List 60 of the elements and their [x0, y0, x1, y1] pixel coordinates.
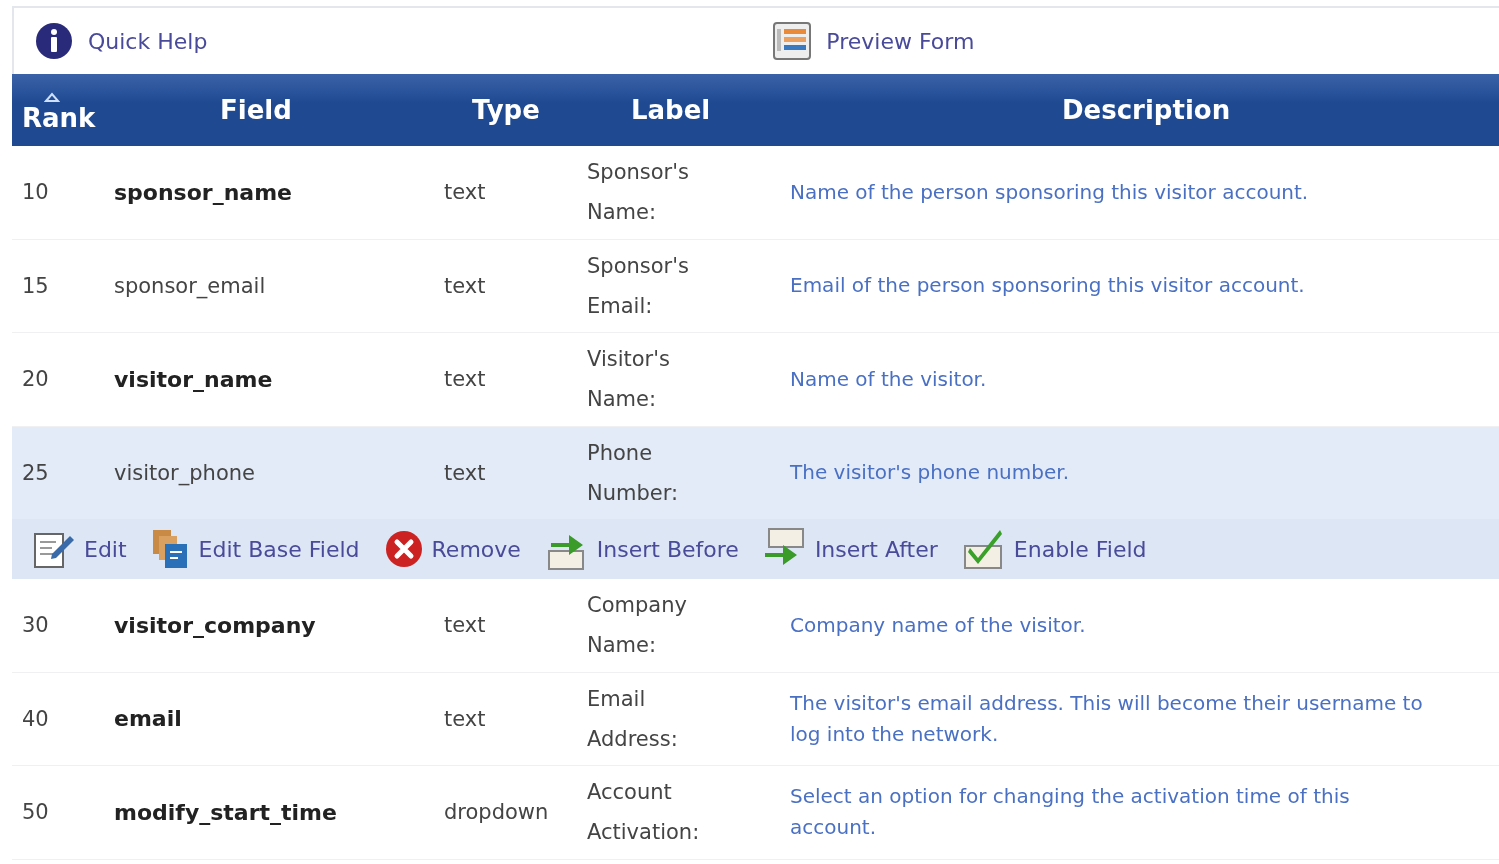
table-cell-text: sponsor_email: [113, 273, 267, 298]
description-text: Email of the person sponsoring this visitor account.: [790, 272, 1306, 300]
table-cell-text: Address:: [587, 725, 679, 753]
table-cell-text: 25: [21, 460, 50, 485]
table-cell-text: Email:: [587, 292, 654, 320]
table-cell-text: text: [443, 706, 487, 731]
remove-link[interactable]: Remove: [383, 529, 521, 569]
form-icon: [772, 21, 813, 61]
table-cell-text: 10: [21, 180, 50, 205]
table-cell-text: text: [443, 273, 487, 298]
table-cell-text: Visitor's: [587, 346, 671, 374]
table-cell-text: 15: [21, 273, 50, 298]
table-cell-text: visitor_phone: [113, 460, 256, 485]
action-link[interactable]: Insert Before: [544, 527, 739, 571]
table-cell-text: Phone: [587, 439, 654, 467]
column-header[interactable]: Label: [575, 95, 782, 125]
table-cell-text: dropdown: [443, 800, 550, 825]
table-cell-text: text: [443, 180, 487, 205]
description-text: Select an option for changing the activation time of this: [790, 783, 1351, 811]
description-text: The visitor's email address. This will become their username to: [790, 689, 1424, 717]
column-header[interactable]: Field: [100, 95, 430, 125]
table-cell-text: Number:: [587, 479, 680, 507]
table-cell-text: email: [113, 706, 183, 732]
table-cell-text: Sponsor's: [587, 252, 690, 280]
quick-help-link[interactable]: Quick Help: [34, 21, 208, 61]
table-cell-text: Name:: [587, 199, 658, 227]
table-cell-text: 50: [21, 800, 50, 825]
table-cell-text: Activation:: [587, 819, 701, 847]
action-link[interactable]: Edit Base Field: [150, 528, 360, 570]
column-header[interactable]: Rank: [12, 87, 100, 133]
description-text: account.: [790, 814, 878, 842]
table-cell-text: visitor_company: [113, 612, 317, 638]
action-link[interactable]: Insert After: [762, 527, 938, 571]
table-cell-text: modify_start_time: [113, 799, 338, 825]
table-cell-text: 20: [21, 367, 50, 392]
preview-form-link[interactable]: Preview Form: [772, 21, 975, 61]
table-cell-text: visitor_name: [113, 366, 274, 392]
description-text: log into the network.: [790, 720, 1000, 748]
description-text: Name of the visitor.: [790, 365, 988, 393]
info-icon: [34, 21, 74, 61]
remove-icon: [383, 529, 424, 569]
action-link[interactable]: Enable Field: [961, 528, 1147, 570]
table-cell-text: sponsor_name: [113, 179, 294, 205]
table-cell-text: text: [443, 367, 487, 392]
description-text: Company name of the visitor.: [790, 611, 1087, 639]
table-cell-text: Name:: [587, 386, 658, 414]
table-cell-text: text: [443, 613, 487, 638]
description-text: The visitor's phone number.: [790, 459, 1071, 487]
table-cell-text: 30: [21, 613, 50, 638]
column-header[interactable]: Type: [430, 95, 575, 125]
description-text: Name of the person sponsoring this visitor account.: [790, 178, 1310, 206]
table-cell-text: Company: [587, 592, 688, 620]
table-cell-text: Email: [587, 685, 647, 713]
table-cell-text: 40: [21, 706, 50, 731]
column-header[interactable]: Description: [782, 95, 1499, 125]
action-link[interactable]: Edit: [32, 528, 127, 570]
table-cell-text: Sponsor's: [587, 159, 690, 187]
table-cell-text: text: [443, 460, 487, 485]
table-cell-text: Account: [587, 779, 673, 807]
table-cell-text: Name:: [587, 632, 658, 660]
